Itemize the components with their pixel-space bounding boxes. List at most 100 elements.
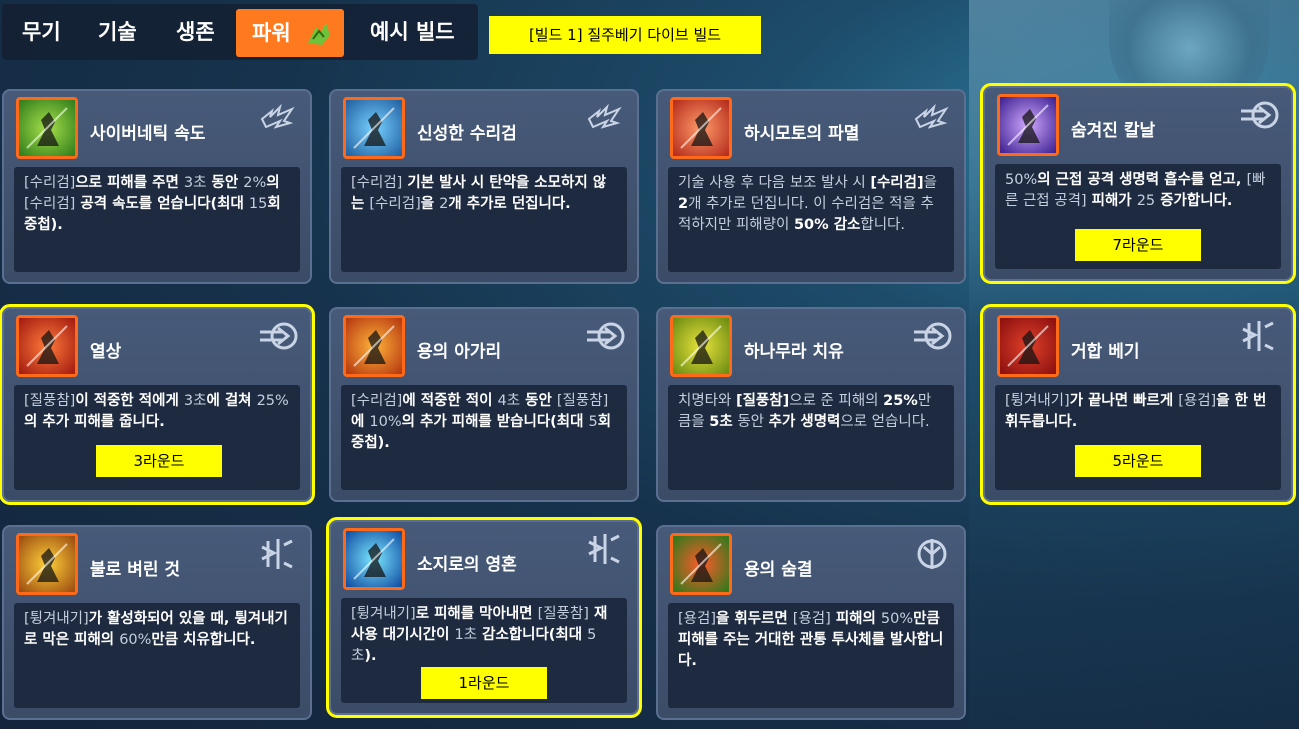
description-keyword: 공격 속도를 얻습니다(최대 (75, 196, 249, 212)
description-text: [용검] (792, 611, 831, 627)
power-card[interactable]: 불로 벼린 것 [튕겨내기]가 활성화되어 있을 때, 튕겨내기로 막은 피해의 … (2, 525, 312, 720)
tab-weapon[interactable]: 무기 (22, 14, 61, 60)
description-keyword: 50% 감소 (793, 217, 861, 233)
forged-in-fire-icon (16, 533, 78, 595)
description-text: 기술 사용 후 다음 보조 발사 시 (678, 175, 871, 191)
description-text: 을 (923, 175, 937, 191)
description-keyword: 피해의 (830, 611, 881, 627)
power-card-description: [수리검]에 적중한 적이 4초 동안 [질풍참] 에 10%의 추가 피해를 받… (341, 385, 627, 490)
description-text: [수리검] (24, 175, 76, 191)
description-text: 치명타와 (678, 393, 736, 409)
description-text: 으로 얻습니다. (840, 414, 930, 430)
shuriken-icon (912, 101, 952, 135)
power-card[interactable]: 용의 숨결 [용검]을 휘두르면 [용검] 피해의 50%만큼 피해를 주는 거대… (656, 525, 966, 720)
description-text: 3초 (183, 175, 207, 191)
description-text: [수리검] (24, 196, 76, 212)
cyber-speed-icon (16, 97, 78, 159)
swift-strike-icon (585, 319, 625, 353)
build-name-label: [빌드 1] 질주베기 다이브 빌드 (489, 16, 761, 54)
description-text: 2% (243, 175, 267, 191)
power-card[interactable]: 하나무라 치유치명타와 [질풍참]으로 준 피해의 25%만큼을 5초 동안 추… (656, 307, 966, 502)
laceration-icon (16, 315, 78, 377)
power-card-description: [용검]을 휘두르면 [용검] 피해의 50%만큼 피해를 주는 거대한 관통 … (668, 603, 954, 708)
power-leaf-icon (307, 23, 330, 45)
description-keyword: 을 휘두르면 (716, 611, 793, 627)
description-keyword: 증가합니다. (1155, 193, 1233, 209)
description-text: [질풍참] (537, 606, 589, 622)
description-keyword: 의 근접 공격 생명력 흡수를 얻고, (1037, 172, 1247, 188)
description-keyword: 로 피해를 막아내면 (415, 606, 538, 622)
deflect-icon (585, 532, 625, 566)
description-keyword: 동안 (206, 175, 244, 191)
description-text: [용검] (1178, 393, 1217, 409)
description-keyword: 개 추가로 던집니다. (448, 196, 571, 212)
description-keyword: 이 적중한 적에게 (75, 393, 184, 409)
sojiro-spirit-icon (343, 528, 405, 590)
swift-strike-icon (1239, 98, 1279, 132)
description-text: 60% (119, 632, 152, 648)
description-text: [용검] (678, 611, 716, 627)
description-text: [튕겨내기] (24, 611, 89, 627)
description-text: 1초 (454, 627, 478, 643)
description-text: 3초 (183, 393, 207, 409)
power-card-title: 용의 아가리 (417, 342, 502, 362)
swift-strike-icon (912, 319, 952, 353)
shuriken-icon (258, 101, 298, 135)
description-text: [튕겨내기] (1005, 393, 1070, 409)
description-keyword: 의 추가 피해를 줍니다. (24, 414, 165, 430)
description-text: 2 (439, 196, 449, 212)
description-keyword: 의 (266, 175, 280, 191)
tab-ability[interactable]: 기술 (98, 14, 137, 60)
power-card-title: 하나무라 치유 (744, 342, 844, 362)
description-text: [수리검] (369, 196, 421, 212)
round-label: 3라운드 (96, 445, 222, 477)
round-label: 1라운드 (421, 667, 547, 699)
description-text: 동안 (732, 414, 769, 430)
tab-power[interactable]: 파워 (236, 9, 344, 57)
power-card[interactable]: 하시모토의 파멸 기술 사용 후 다음 보조 발사 시 [수리검]을 2개 추가로… (656, 89, 966, 284)
power-card-title: 용의 숨결 (744, 560, 813, 580)
description-keyword: 2 (678, 196, 689, 212)
description-keyword: 동안 (520, 393, 557, 409)
tab-example-build[interactable]: 예시 빌드 (370, 14, 455, 60)
power-card-description: [수리검]으로 피해를 주면 3초 동안 2%의 [수리검] 공격 속도를 얻습… (14, 167, 300, 272)
description-keyword: 으로 피해를 주면 (75, 175, 184, 191)
description-keyword: 추가 생명력 (768, 414, 841, 430)
dragon-maw-icon (343, 315, 405, 377)
description-text: 50% (880, 611, 914, 627)
power-card-title: 하시모토의 파멸 (744, 124, 860, 144)
power-card-description: [수리검] 기본 발사 시 탄약을 소모하지 않는 [수리검]을 2개 추가로 … (341, 167, 627, 272)
description-keyword: ). (364, 648, 377, 664)
description-text: [질풍참] (24, 393, 76, 409)
power-card-title: 소지로의 영혼 (417, 555, 517, 575)
deflect-icon (258, 537, 298, 571)
deflect-icon (1239, 319, 1279, 353)
description-text: 25 (1136, 193, 1156, 209)
power-card-description: 치명타와 [질풍참]으로 준 피해의 25%만큼을 5초 동안 추가 생명력으로… (668, 385, 954, 490)
tab-survival[interactable]: 생존 (176, 14, 215, 60)
dragonblade-icon (912, 537, 952, 571)
description-text: 합니다. (860, 217, 906, 233)
description-keyword: 의 추가 피해를 받습니다(최대 (401, 414, 589, 430)
description-text: [질풍참] (556, 393, 609, 409)
description-text: [수리검] (351, 393, 403, 409)
round-label: 7라운드 (1075, 229, 1201, 261)
description-text: 50% (1005, 172, 1038, 188)
description-text: 5 (588, 414, 598, 430)
description-keyword: 5초 (709, 414, 733, 430)
description-keyword: [수리검] (870, 175, 924, 191)
power-card[interactable]: 용의 아가리 [수리검]에 적중한 적이 4초 동안 [질풍참] 에 10%의 추가… (329, 307, 639, 502)
description-text: [튕겨내기] (351, 606, 416, 622)
power-card-title: 신성한 수리검 (417, 124, 517, 144)
power-card-title: 거합 베기 (1071, 342, 1140, 362)
power-card-title: 사이버네틱 속도 (90, 124, 206, 144)
power-card-title: 숨겨진 칼날 (1071, 121, 1156, 141)
dragon-breath-icon (670, 533, 732, 595)
description-text: 15 (248, 196, 268, 212)
iaido-strike-icon (997, 315, 1059, 377)
swift-strike-icon (258, 319, 298, 353)
power-card[interactable]: 신성한 수리검 [수리검] 기본 발사 시 탄약을 소모하지 않는 [수리검]을 … (329, 89, 639, 284)
description-keyword: 에 걸쳐 (206, 393, 257, 409)
description-text: 으로 준 피해의 (789, 393, 884, 409)
power-card[interactable]: 사이버네틱 속도 [수리검]으로 피해를 주면 3초 동안 2%의 [수리검] 공… (2, 89, 312, 284)
